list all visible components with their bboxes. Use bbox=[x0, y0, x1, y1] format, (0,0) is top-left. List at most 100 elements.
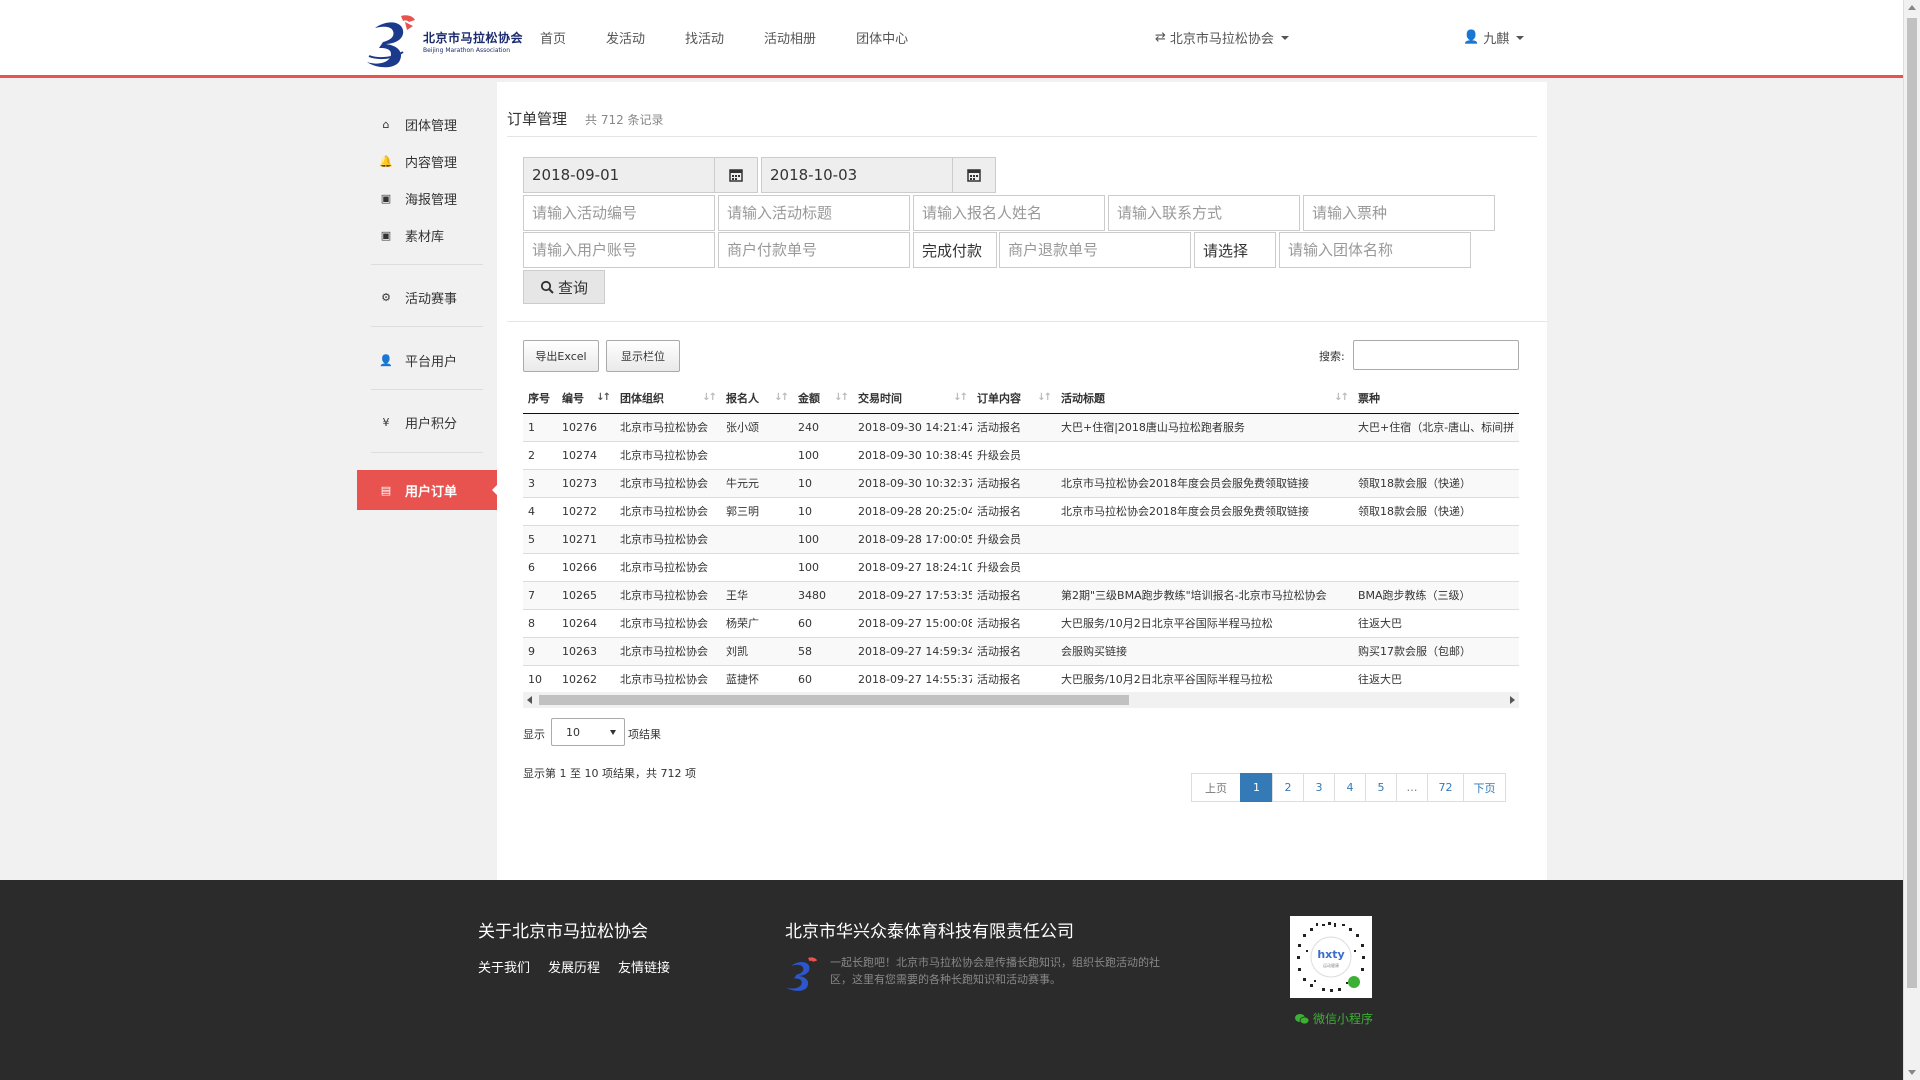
table-cell: 活动报名 bbox=[972, 580, 1056, 609]
signup-name-input[interactable] bbox=[913, 195, 1105, 231]
table-cell: 100 bbox=[793, 552, 853, 581]
user-account-input[interactable] bbox=[523, 232, 715, 268]
table-row[interactable]: 2 10274 北京市马拉松协会 100 2018-09-30 10:38:49 升级会员 bbox=[523, 440, 1519, 469]
table-cell: 2 bbox=[523, 440, 557, 469]
merchant-refund-no-input[interactable] bbox=[999, 232, 1191, 268]
page-button-1[interactable]: 1 bbox=[1240, 773, 1273, 802]
date-start-field[interactable] bbox=[523, 157, 715, 193]
table-row[interactable]: 4 10272 北京市马拉松协会 郭三明 10 2018-09-28 20:25:04 活动… bbox=[523, 496, 1519, 525]
sidebar-item-user-points[interactable]: ¥ 用户积分 bbox=[357, 402, 497, 442]
table-cell: 10264 bbox=[557, 608, 615, 637]
table-horizontal-scrollbar[interactable] bbox=[523, 692, 1519, 708]
column-header[interactable]: 订单内容 ↓↑ bbox=[972, 383, 1056, 414]
page-button-4[interactable]: 4 bbox=[1334, 773, 1366, 802]
ticket-type-input[interactable] bbox=[1303, 195, 1495, 231]
bell-icon: 🔔 bbox=[379, 154, 393, 168]
column-header[interactable]: 票种 bbox=[1353, 383, 1519, 414]
scroll-left-icon[interactable] bbox=[527, 696, 532, 704]
table-row[interactable]: 8 10264 北京市马拉松协会 杨荣广 60 2018-09-27 15:00:08 活动… bbox=[523, 608, 1519, 637]
footer-company-name: 北京市华兴众泰体育科技有限责任公司 bbox=[785, 922, 1074, 942]
sort-icon: ↓↑ bbox=[774, 392, 789, 403]
table-row[interactable]: 7 10265 北京市马拉松协会 王华 3480 2018-09-27 17:53:35 活… bbox=[523, 580, 1519, 609]
footer-link-history[interactable]: 发展历程 bbox=[548, 957, 600, 976]
table-cell bbox=[1056, 440, 1353, 469]
contact-input[interactable] bbox=[1108, 195, 1300, 231]
table-cell: 北京市马拉松协会 bbox=[615, 636, 721, 665]
table-cell: 北京市马拉松协会 bbox=[615, 468, 721, 497]
sidebar-item-label: 团体管理 bbox=[405, 118, 458, 134]
footer-link-friends[interactable]: 友情链接 bbox=[618, 957, 670, 976]
sidebar-divider bbox=[371, 389, 483, 390]
column-header[interactable]: 报名人 ↓↑ bbox=[721, 383, 793, 414]
table-cell: 2018-09-30 14:21:47 bbox=[853, 412, 972, 441]
type-select[interactable]: 请选择 bbox=[1194, 232, 1276, 268]
sidebar-item-content-management[interactable]: 🔔 内容管理 bbox=[357, 141, 497, 181]
sidebar-item-platform-users[interactable]: 👤 平台用户 bbox=[357, 340, 497, 380]
table-cell: 北京市马拉松协会 bbox=[615, 580, 721, 609]
page-button-3[interactable]: 3 bbox=[1303, 773, 1335, 802]
user-menu[interactable]: 👤 九麒 bbox=[1463, 28, 1525, 47]
footer-links: 关于我们 发展历程 友情链接 bbox=[478, 957, 670, 976]
prev-page-button[interactable]: 上页 bbox=[1191, 773, 1241, 802]
query-button[interactable]: 查询 bbox=[523, 270, 605, 304]
table-row[interactable]: 1 10276 北京市马拉松协会 张小颂 240 2018-09-30 14:21:47 活… bbox=[523, 412, 1519, 441]
page-button-5[interactable]: 5 bbox=[1365, 773, 1397, 802]
merchant-pay-no-input[interactable] bbox=[718, 232, 910, 268]
nav-home[interactable]: 首页 bbox=[540, 28, 566, 47]
pay-status-select[interactable]: 完成付款 bbox=[913, 232, 997, 268]
date-end-field[interactable] bbox=[761, 157, 953, 193]
sidebar-item-poster-management[interactable]: ▣ 海报管理 bbox=[357, 178, 497, 218]
scroll-right-icon[interactable] bbox=[1510, 696, 1515, 704]
table-row[interactable]: 6 10266 北京市马拉松协会 100 2018-09-27 18:24:10 升级会员 bbox=[523, 552, 1519, 581]
page-button-72[interactable]: 72 bbox=[1427, 773, 1464, 802]
scrollbar-thumb[interactable] bbox=[539, 695, 1129, 705]
miniprogram-qr-code: hxty 运动健康 bbox=[1290, 916, 1372, 998]
activity-no-input[interactable] bbox=[523, 195, 715, 231]
scroll-up-icon[interactable] bbox=[1908, 5, 1916, 10]
scrollbar-thumb[interactable] bbox=[1907, 18, 1917, 988]
group-name-input[interactable] bbox=[1279, 232, 1471, 268]
table-row[interactable]: 5 10271 北京市马拉松协会 100 2018-09-28 17:00:05 升级会员 bbox=[523, 524, 1519, 553]
org-switcher-label: 北京市马拉松协会 bbox=[1169, 32, 1274, 47]
nav-group-center[interactable]: 团体中心 bbox=[856, 28, 908, 47]
svg-text:hxty: hxty bbox=[1317, 948, 1344, 961]
sort-icon: ↓↑ bbox=[702, 392, 717, 403]
page-vertical-scrollbar[interactable] bbox=[1903, 0, 1920, 1080]
export-excel-button[interactable]: 导出Excel bbox=[523, 340, 599, 372]
nav-albums[interactable]: 活动相册 bbox=[764, 28, 816, 47]
table-row[interactable]: 3 10273 北京市马拉松协会 牛元元 10 2018-09-30 10:32:37 活动… bbox=[523, 468, 1519, 497]
table-cell: 北京市马拉松协会 bbox=[615, 524, 721, 553]
table-cell: 北京市马拉松协会2018年度会员会服免费领取链接 bbox=[1056, 496, 1353, 525]
sidebar-item-group-management[interactable]: ⌂ 团体管理 bbox=[357, 104, 497, 144]
site-logo[interactable]: 北京市马拉松协会 Beijing Marathon Association bbox=[365, 12, 523, 70]
nav-publish-activity[interactable]: 发活动 bbox=[606, 28, 645, 47]
page-length-select[interactable]: 10 bbox=[551, 718, 625, 746]
column-header[interactable]: 团体组织 ↓↑ bbox=[615, 383, 721, 414]
table-cell: 刘凯 bbox=[721, 636, 793, 665]
sidebar-item-user-orders[interactable]: ▤ 用户订单 bbox=[357, 470, 498, 510]
table-row[interactable]: 10 10262 北京市马拉松协会 蓝捷怀 60 2018-09-27 14:55:37 活… bbox=[523, 664, 1519, 689]
calendar-icon[interactable] bbox=[952, 157, 996, 193]
sidebar-item-material-library[interactable]: ▣ 素材库 bbox=[357, 215, 497, 255]
table-row[interactable]: 9 10263 北京市马拉松协会 刘凯 58 2018-09-27 14:59:34 活动报… bbox=[523, 636, 1519, 665]
page-button-2[interactable]: 2 bbox=[1272, 773, 1304, 802]
sidebar-item-label: 海报管理 bbox=[405, 192, 458, 208]
activity-title-input[interactable] bbox=[718, 195, 910, 231]
table-cell: 2018-09-27 14:59:34 bbox=[853, 636, 972, 665]
next-page-button[interactable]: 下页 bbox=[1463, 773, 1506, 802]
column-header[interactable]: 交易时间 ↓↑ bbox=[853, 383, 972, 414]
column-header[interactable]: 活动标题 ↓↑ bbox=[1056, 383, 1353, 414]
column-header[interactable]: 序号 bbox=[523, 383, 557, 414]
column-visibility-button[interactable]: 显示栏位 bbox=[606, 340, 680, 372]
column-header[interactable]: 编号 ↓↑ bbox=[557, 383, 615, 414]
sidebar-item-events[interactable]: ⚙ 活动赛事 bbox=[357, 277, 497, 317]
wechat-miniprogram-label: 微信小程序 bbox=[1295, 1010, 1373, 1027]
table-cell bbox=[721, 552, 793, 581]
calendar-icon[interactable] bbox=[714, 157, 758, 193]
footer-link-about[interactable]: 关于我们 bbox=[478, 957, 530, 976]
nav-find-activity[interactable]: 找活动 bbox=[685, 28, 724, 47]
org-switcher[interactable]: ⇄ 北京市马拉松协会 bbox=[1155, 28, 1289, 47]
column-header[interactable]: 金额 ↓↑ bbox=[793, 383, 853, 414]
table-search-input[interactable] bbox=[1353, 340, 1519, 370]
scroll-down-icon[interactable] bbox=[1908, 1070, 1916, 1075]
